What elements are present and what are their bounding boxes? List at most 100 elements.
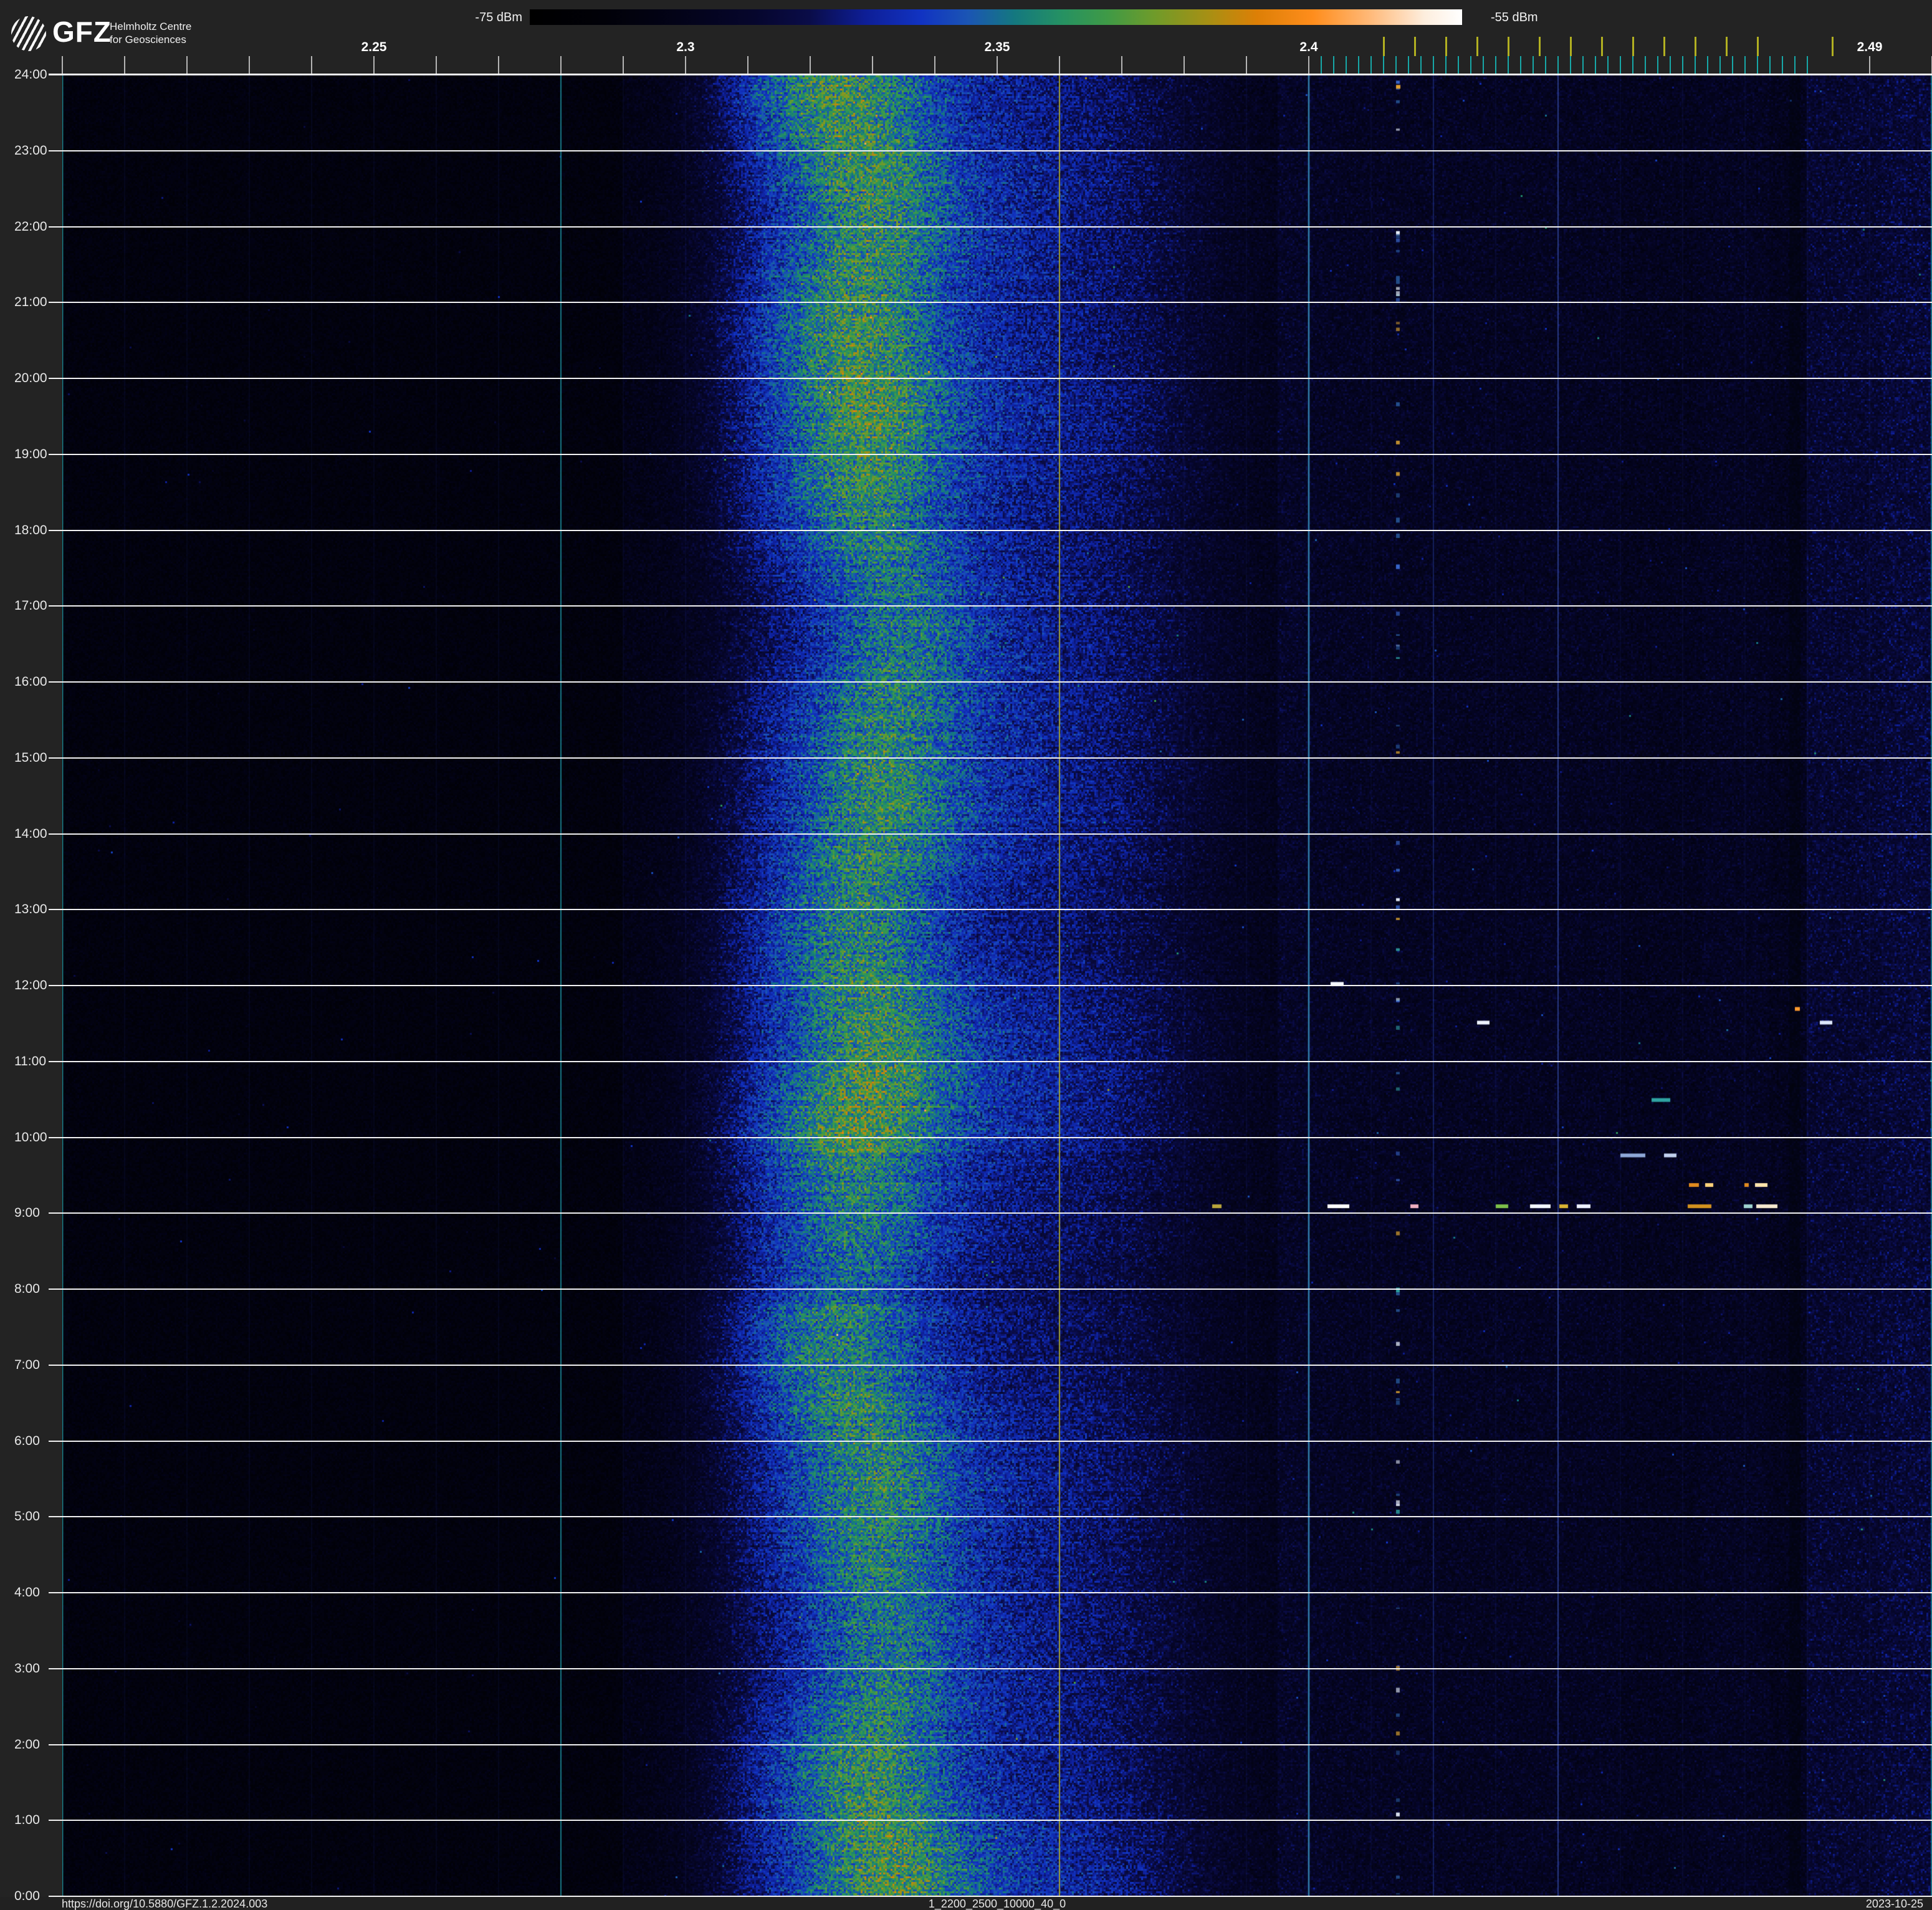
ble-channel-tick bbox=[1445, 56, 1447, 74]
ble-channel-tick bbox=[1470, 56, 1472, 74]
ble-channel-tick bbox=[1657, 56, 1659, 74]
time-label: 7:00 bbox=[14, 1357, 40, 1372]
ble-channel-tick bbox=[1669, 56, 1671, 74]
freq-minor-tick bbox=[62, 56, 63, 74]
hour-gridline bbox=[49, 1289, 1932, 1290]
time-label: 6:00 bbox=[14, 1433, 40, 1448]
ble-channel-tick bbox=[1594, 56, 1597, 74]
ble-channel-tick bbox=[1769, 56, 1771, 74]
time-label: 1:00 bbox=[14, 1813, 40, 1828]
colorbar-min-label: -75 dBm bbox=[475, 11, 522, 24]
ble-channel-tick bbox=[1420, 56, 1422, 74]
freq-minor-tick bbox=[1246, 56, 1247, 74]
brand-name: GFZ bbox=[52, 16, 112, 48]
time-label: 0:00 bbox=[14, 1889, 40, 1903]
hour-gridline bbox=[49, 1744, 1932, 1745]
ble-channel-tick bbox=[1395, 56, 1397, 74]
footer-bar: https://doi.org/10.5880/GFZ.1.2.2024.003… bbox=[0, 1897, 1932, 1910]
hour-gridline bbox=[49, 1212, 1932, 1214]
freq-minor-tick bbox=[810, 56, 811, 74]
ble-channel-tick bbox=[1544, 56, 1547, 74]
wifi-channel-tick bbox=[1600, 37, 1603, 56]
ble-channel-tick bbox=[1345, 56, 1347, 74]
ble-channel-tick bbox=[1619, 56, 1622, 74]
ble-channel-tick bbox=[1794, 56, 1796, 74]
hour-gridline bbox=[49, 378, 1932, 379]
colorbar bbox=[530, 9, 1462, 25]
freq-tick-label: 2.49 bbox=[1857, 40, 1883, 54]
hour-gridline bbox=[49, 985, 1932, 986]
hour-gridline bbox=[49, 757, 1932, 759]
ble-channel-tick bbox=[1519, 56, 1522, 74]
hour-gridline bbox=[49, 1516, 1932, 1518]
freq-minor-tick bbox=[872, 56, 873, 74]
time-label: 15:00 bbox=[14, 750, 47, 765]
hour-gridline bbox=[49, 150, 1932, 151]
header-bar: GFZ Helmholtz Centre for Geosciences -75… bbox=[0, 0, 1932, 75]
ble-channel-tick bbox=[1806, 56, 1809, 74]
spectrogram-plot-area bbox=[62, 75, 1932, 1897]
freq-minor-tick bbox=[1121, 56, 1122, 74]
ble-channel-tick bbox=[1457, 56, 1460, 74]
ble-channel-tick bbox=[1731, 56, 1734, 74]
freq-tick-label: 2.3 bbox=[676, 40, 695, 54]
spectrogram-canvas bbox=[62, 75, 1932, 1897]
freq-minor-tick bbox=[997, 56, 998, 74]
time-label: 11:00 bbox=[14, 1053, 46, 1068]
spectrogram-page: GFZ Helmholtz Centre for Geosciences -75… bbox=[0, 0, 1932, 1910]
ble-channel-tick bbox=[1569, 56, 1572, 74]
ble-channel-tick bbox=[1681, 56, 1684, 74]
time-label: 5:00 bbox=[14, 1509, 40, 1524]
wifi-channel-tick bbox=[1569, 37, 1572, 56]
wifi-channel-tick bbox=[1756, 37, 1759, 56]
freq-minor-tick bbox=[1308, 56, 1309, 74]
time-label: 3:00 bbox=[14, 1661, 40, 1676]
hour-gridline bbox=[49, 1364, 1932, 1366]
time-label: 8:00 bbox=[14, 1282, 40, 1296]
wifi-channel-tick bbox=[1476, 37, 1478, 56]
ble-channel-tick bbox=[1694, 56, 1696, 74]
wifi-channel-tick bbox=[1382, 37, 1385, 56]
hour-gridline bbox=[49, 605, 1932, 607]
ble-channel-tick bbox=[1382, 56, 1385, 74]
time-label: 19:00 bbox=[14, 446, 47, 461]
freq-minor-tick bbox=[124, 56, 125, 74]
hour-gridline bbox=[49, 226, 1932, 228]
freq-minor-tick bbox=[1059, 56, 1060, 74]
freq-minor-tick bbox=[560, 56, 562, 74]
freq-minor-tick bbox=[436, 56, 437, 74]
hour-gridline bbox=[49, 1668, 1932, 1669]
freq-minor-tick bbox=[1184, 56, 1185, 74]
hour-gridline bbox=[49, 1820, 1932, 1821]
ble-channel-tick bbox=[1332, 56, 1335, 74]
wifi-channel-tick bbox=[1538, 37, 1541, 56]
freq-minor-tick bbox=[747, 56, 748, 74]
dataset-id: 1_2200_2500_10000_40_0 bbox=[928, 1898, 1066, 1910]
time-label: 24:00 bbox=[14, 67, 47, 82]
freq-minor-tick bbox=[498, 56, 499, 74]
hour-gridline bbox=[49, 833, 1932, 835]
wifi-channel-tick bbox=[1632, 37, 1634, 56]
time-label: 2:00 bbox=[14, 1737, 40, 1752]
ble-channel-tick bbox=[1607, 56, 1609, 74]
ble-channel-tick bbox=[1557, 56, 1559, 74]
time-label: 4:00 bbox=[14, 1585, 40, 1600]
hour-gridline bbox=[49, 909, 1932, 911]
hour-gridline bbox=[49, 302, 1932, 304]
time-label: 18:00 bbox=[14, 522, 47, 537]
ble-channel-tick bbox=[1357, 56, 1360, 74]
ble-channel-tick bbox=[1706, 56, 1709, 74]
hour-gridline bbox=[49, 1592, 1932, 1593]
ble-channel-tick bbox=[1744, 56, 1746, 74]
ble-channel-tick bbox=[1407, 56, 1410, 74]
hour-gridline bbox=[49, 1060, 1932, 1062]
time-label: 21:00 bbox=[14, 295, 47, 310]
ble-channel-tick bbox=[1320, 56, 1322, 74]
time-label: 17:00 bbox=[14, 598, 47, 613]
ble-channel-tick bbox=[1370, 56, 1372, 74]
freq-minor-tick bbox=[373, 56, 375, 74]
brand-subtitle-line2: for Geosciences bbox=[110, 34, 186, 46]
wifi-channel-tick bbox=[1831, 37, 1834, 56]
freq-tick-label: 2.35 bbox=[984, 40, 1010, 54]
time-label: 14:00 bbox=[14, 826, 47, 841]
